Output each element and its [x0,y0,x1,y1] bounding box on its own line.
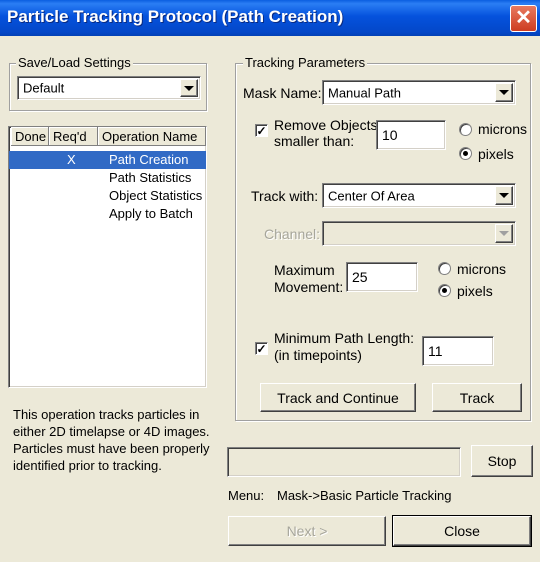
minimum-path-length-checkbox[interactable]: ✓ [255,342,268,355]
row-operation-name: Path Creation [109,152,189,167]
max-move-microns-radio[interactable] [438,262,451,275]
close-label: Close [444,523,480,539]
description-line: Particles must have been properly [13,441,210,456]
table-row[interactable]: X Path Creation [9,151,206,169]
track-with-dropdown[interactable]: Center Of Area [322,183,516,208]
track-with-value: Center Of Area [328,188,415,203]
remove-objects-microns-label[interactable]: microns [478,121,527,137]
settings-dropdown[interactable]: Default [17,76,201,100]
close-button[interactable]: Close [392,515,532,547]
chevron-down-icon[interactable] [495,186,513,205]
row-operation-name: Path Statistics [109,170,192,185]
next-label: Next > [286,523,328,539]
table-row[interactable]: Path Statistics [9,169,206,187]
max-move-pixels-radio[interactable] [438,284,451,297]
chevron-down-icon[interactable] [180,79,198,97]
maximum-movement-label-line2: Movement: [274,279,344,295]
stop-button[interactable]: Stop [471,445,533,477]
column-header-reqd[interactable]: Req'd [49,127,98,146]
track-and-continue-label: Track and Continue [277,389,399,406]
remove-objects-label: Remove Objects smaller than: [274,117,377,149]
remove-objects-label-line1: Remove Objects [274,117,378,133]
operations-table[interactable]: Done Req'd Operation Name X Path Creatio… [8,126,207,388]
mask-name-label: Mask Name: [243,85,322,101]
maximum-movement-label: Maximum Movement: [274,262,343,296]
menu-path: Mask->Basic Particle Tracking [277,488,452,503]
remove-objects-checkbox[interactable]: ✓ [255,124,268,137]
minimum-path-length-label: Minimum Path Length: (in timepoints) [274,330,414,364]
operation-description: This operation tracks particles in eithe… [13,406,223,474]
settings-dropdown-value: Default [23,80,65,96]
remove-objects-pixels-label[interactable]: pixels [478,146,514,162]
description-line: either 2D timelapse or 4D images. [13,424,210,439]
remove-objects-label-line2: smaller than: [274,133,355,149]
track-and-continue-button[interactable]: Track and Continue [260,383,416,412]
channel-dropdown[interactable] [322,221,516,246]
close-icon: ✕ [515,7,532,29]
minimum-path-length-label-line2: (in timepoints) [274,347,362,363]
minimum-path-length-label-line1: Minimum Path Length: [274,330,415,346]
next-button[interactable]: Next > [228,516,386,546]
menu-label: Menu: [228,488,265,503]
close-window-button[interactable]: ✕ [510,5,537,32]
title-bar[interactable]: Particle Tracking Protocol (Path Creatio… [0,0,540,36]
row-operation-name: Object Statistics [109,188,203,203]
save-load-settings-label: Save/Load Settings [16,55,133,70]
chevron-down-icon[interactable] [495,224,513,243]
description-line: This operation tracks particles in [13,407,200,422]
row-reqd: X [67,152,76,167]
tracking-parameters-label: Tracking Parameters [243,55,368,70]
checkmark-icon: ✓ [256,342,267,356]
table-row[interactable]: Object Statistics [9,187,206,205]
track-button[interactable]: Track [432,383,522,412]
progress-bar [227,447,461,477]
stop-label: Stop [487,453,517,469]
column-header-operation-name[interactable]: Operation Name [98,127,206,146]
max-move-microns-label[interactable]: microns [457,261,506,277]
chevron-down-icon[interactable] [495,83,513,102]
track-with-label: Track with: [251,188,319,204]
mask-name-value: Manual Path [328,85,401,100]
max-move-pixels-label[interactable]: pixels [457,283,493,299]
track-label: Track [459,389,495,406]
minimum-path-length-input[interactable]: 11 [422,336,494,366]
table-row[interactable]: Apply to Batch [9,205,206,223]
minimum-path-length-value: 11 [428,343,443,359]
maximum-movement-label-line1: Maximum [274,262,335,278]
description-line: identified prior to tracking. [13,458,162,473]
maximum-movement-input[interactable]: 25 [346,262,418,292]
maximum-movement-value: 25 [352,269,368,285]
remove-objects-size-value: 10 [382,127,398,143]
remove-objects-pixels-radio[interactable] [459,147,472,160]
channel-label: Channel: [264,226,321,242]
column-header-done[interactable]: Done [11,127,49,146]
window-title: Particle Tracking Protocol (Path Creatio… [7,7,344,26]
remove-objects-size-input[interactable]: 10 [376,120,446,150]
row-operation-name: Apply to Batch [109,206,193,221]
mask-name-dropdown[interactable]: Manual Path [322,80,516,105]
checkmark-icon: ✓ [256,124,267,138]
remove-objects-microns-radio[interactable] [459,123,472,136]
